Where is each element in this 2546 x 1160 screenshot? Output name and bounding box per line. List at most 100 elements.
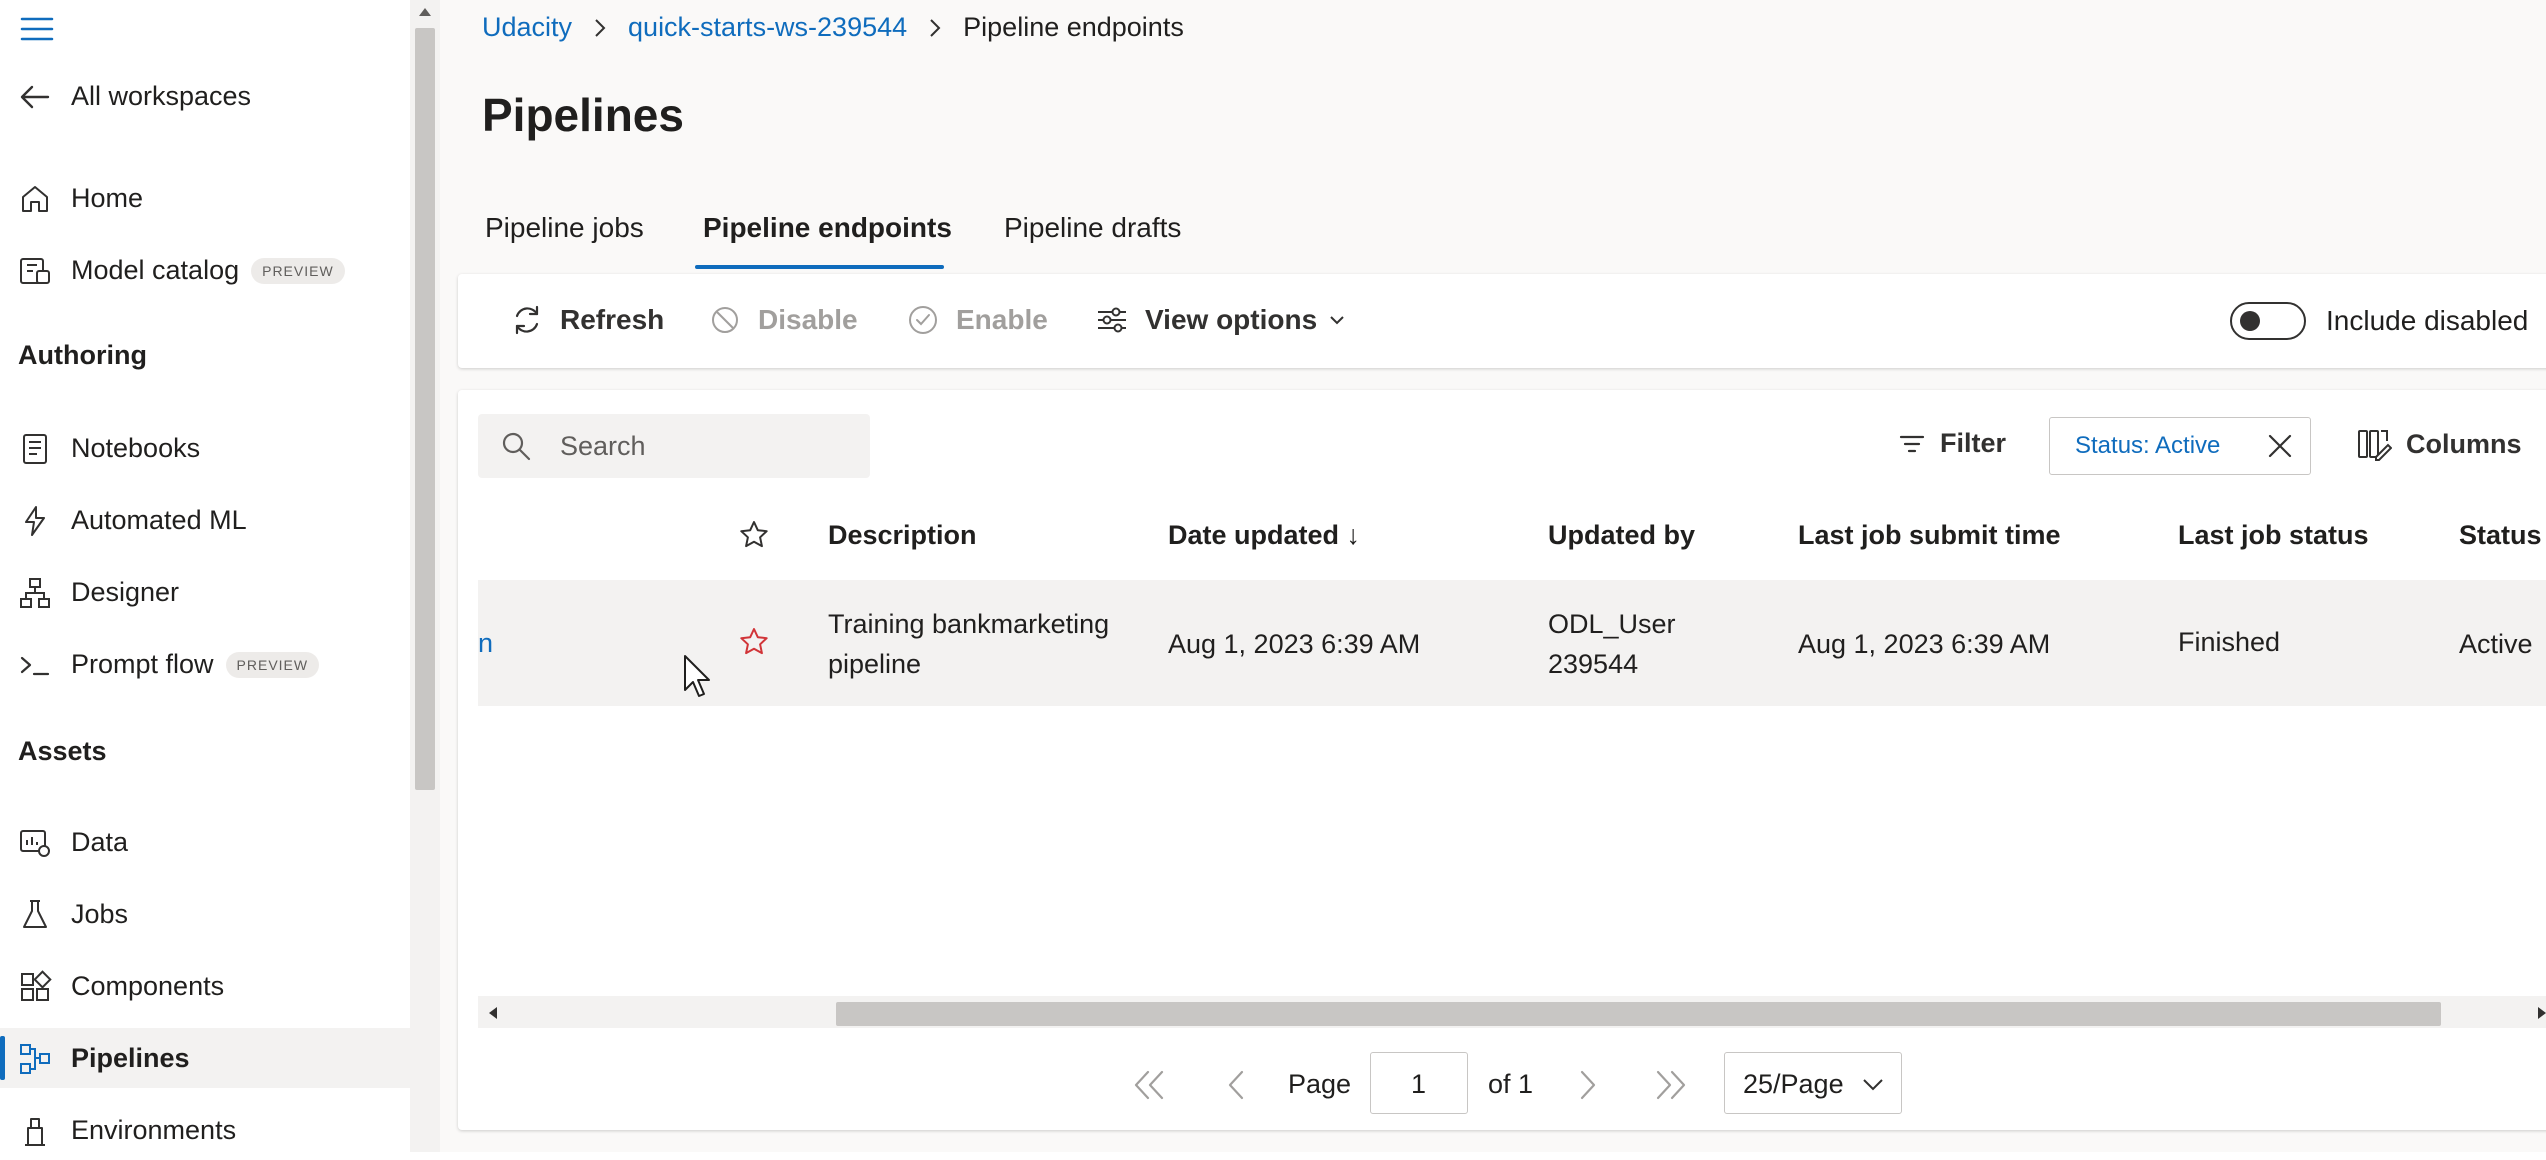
sidebar-item-components[interactable]: Components xyxy=(0,956,410,1016)
jobs-icon xyxy=(18,898,52,932)
refresh-icon xyxy=(510,303,560,337)
column-header-description[interactable]: Description xyxy=(828,520,977,551)
view-options-button[interactable]: View options xyxy=(1095,303,1361,337)
notebook-icon xyxy=(18,432,52,466)
automated-ml-icon xyxy=(18,504,52,538)
disable-button[interactable]: Disable xyxy=(708,303,858,337)
column-header-status[interactable]: Status xyxy=(2459,520,2542,551)
tab-pipeline-endpoints[interactable]: Pipeline endpoints xyxy=(703,212,952,244)
toggle-knob xyxy=(2240,311,2260,331)
disable-label: Disable xyxy=(758,304,858,335)
last-page-icon[interactable] xyxy=(1650,1068,1690,1102)
page-number-input[interactable]: 1 xyxy=(1370,1052,1468,1114)
filter-button[interactable]: Filter xyxy=(1898,428,2006,459)
columns-label: Columns xyxy=(2406,428,2522,459)
sidebar-item-pipelines[interactable]: Pipelines xyxy=(0,1028,410,1088)
selected-tab-indicator xyxy=(695,265,944,269)
updated-by-line-1: ODL_User xyxy=(1548,609,1676,639)
search-placeholder: Search xyxy=(560,431,646,461)
next-page-icon[interactable] xyxy=(1576,1068,1600,1102)
sidebar-item-label: Prompt flow xyxy=(71,648,214,679)
tab-pipeline-drafts[interactable]: Pipeline drafts xyxy=(1004,212,1181,244)
sidebar-item-prompt-flow[interactable]: Prompt flow PREVIEW xyxy=(0,634,410,694)
page-total-label: of 1 xyxy=(1488,1069,1534,1099)
cell-updated-by: ODL_User 239544 xyxy=(1548,604,1676,684)
sidebar-item-label: Notebooks xyxy=(71,432,201,463)
sidebar-scrollbar-thumb[interactable] xyxy=(415,28,435,790)
filter-chip-label: Status: Active xyxy=(2075,432,2221,459)
left-navigation: All workspaces Home Model catalog PREVIEW… xyxy=(0,0,410,1152)
sidebar-item-model-catalog[interactable]: Model catalog PREVIEW xyxy=(0,240,410,300)
page-label: Page xyxy=(1288,1069,1352,1099)
sidebar-item-label: Designer xyxy=(71,576,180,607)
search-input[interactable]: Search xyxy=(478,414,870,478)
sidebar-item-label: Home xyxy=(71,182,144,213)
sidebar-item-notebooks[interactable]: Notebooks xyxy=(0,418,410,478)
sidebar-item-home[interactable]: Home xyxy=(0,168,410,228)
all-workspaces-label: All workspaces xyxy=(71,80,252,111)
sidebar-item-label: Pipelines xyxy=(71,1042,190,1073)
horizontal-scrollbar-thumb[interactable] xyxy=(836,1002,2441,1026)
columns-icon xyxy=(2356,426,2392,462)
components-icon xyxy=(18,970,52,1004)
sidebar-item-data[interactable]: Data xyxy=(0,812,410,872)
mouse-cursor-icon xyxy=(683,654,713,698)
column-header-updated-by[interactable]: Updated by xyxy=(1548,520,1695,551)
model-catalog-icon xyxy=(18,254,52,288)
prompt-flow-icon xyxy=(18,648,52,682)
sidebar-item-environments[interactable]: Environments xyxy=(0,1100,410,1160)
include-disabled-toggle[interactable] xyxy=(2230,302,2306,340)
cell-last-job-submit-time: Aug 1, 2023 6:39 AM xyxy=(1798,629,2051,659)
checkmark-circle-icon xyxy=(906,303,956,337)
column-header-date-updated[interactable]: Date updated ↓ xyxy=(1168,520,1360,551)
scroll-up-arrow-icon[interactable] xyxy=(417,6,433,18)
favorite-star-icon[interactable] xyxy=(739,627,769,657)
all-workspaces-link[interactable]: All workspaces xyxy=(0,66,410,126)
breadcrumb-workspace[interactable]: quick-starts-ws-239544 xyxy=(628,12,907,43)
pipeline-name-link[interactable]: n xyxy=(478,623,493,663)
breadcrumb: Udacity quick-starts-ws-239544 Pipeline … xyxy=(482,12,1184,43)
status-filter-chip[interactable]: Status: Active xyxy=(2049,417,2311,475)
refresh-label: Refresh xyxy=(560,304,665,335)
data-icon xyxy=(18,826,52,860)
scroll-right-arrow-icon[interactable] xyxy=(2538,1005,2546,1021)
first-page-icon[interactable] xyxy=(1130,1068,1170,1102)
home-icon xyxy=(18,182,52,216)
view-options-label: View options xyxy=(1145,304,1318,335)
assets-section-header: Assets xyxy=(18,736,107,766)
column-header-last-job-status[interactable]: Last job status xyxy=(2178,520,2369,551)
hamburger-menu-icon[interactable] xyxy=(20,16,54,42)
chevron-down-icon xyxy=(1329,314,1361,326)
sidebar-item-jobs[interactable]: Jobs xyxy=(0,884,410,944)
preview-badge: PREVIEW xyxy=(251,258,345,285)
chevron-right-icon xyxy=(594,18,606,38)
cell-date-updated: Aug 1, 2023 6:39 AM xyxy=(1168,629,1421,659)
previous-page-icon[interactable] xyxy=(1224,1068,1248,1102)
updated-by-line-2: 239544 xyxy=(1548,649,1639,679)
breadcrumb-udacity[interactable]: Udacity xyxy=(482,12,572,43)
description-line-2: pipeline xyxy=(828,649,922,679)
cell-description: Training bankmarketing pipeline xyxy=(828,604,1109,684)
columns-button[interactable]: Columns xyxy=(2356,426,2522,462)
refresh-button[interactable]: Refresh xyxy=(510,303,664,337)
scroll-left-arrow-icon[interactable] xyxy=(487,1005,499,1021)
sidebar-item-label: Model catalog xyxy=(71,254,240,285)
sidebar-item-automated-ml[interactable]: Automated ML xyxy=(0,490,410,550)
column-header-last-job-submit-time[interactable]: Last job submit time xyxy=(1798,520,2061,551)
close-icon[interactable] xyxy=(2266,432,2294,460)
sidebar-item-label: Environments xyxy=(71,1114,237,1145)
breadcrumb-current: Pipeline endpoints xyxy=(963,12,1184,42)
favorite-header-star-icon[interactable] xyxy=(739,520,769,550)
cell-status: Active xyxy=(2459,629,2533,659)
description-line-1: Training bankmarketing xyxy=(828,609,1110,639)
designer-icon xyxy=(18,576,52,610)
sort-descending-icon: ↓ xyxy=(1346,520,1361,550)
search-icon xyxy=(500,430,532,462)
enable-button[interactable]: Enable xyxy=(906,303,1048,337)
sidebar-item-label: Components xyxy=(71,970,225,1001)
authoring-section-header: Authoring xyxy=(18,340,147,370)
enable-label: Enable xyxy=(956,304,1048,335)
tab-pipeline-jobs[interactable]: Pipeline jobs xyxy=(485,212,644,244)
page-size-dropdown[interactable]: 25/Page xyxy=(1724,1052,1902,1114)
sidebar-item-designer[interactable]: Designer xyxy=(0,562,410,622)
